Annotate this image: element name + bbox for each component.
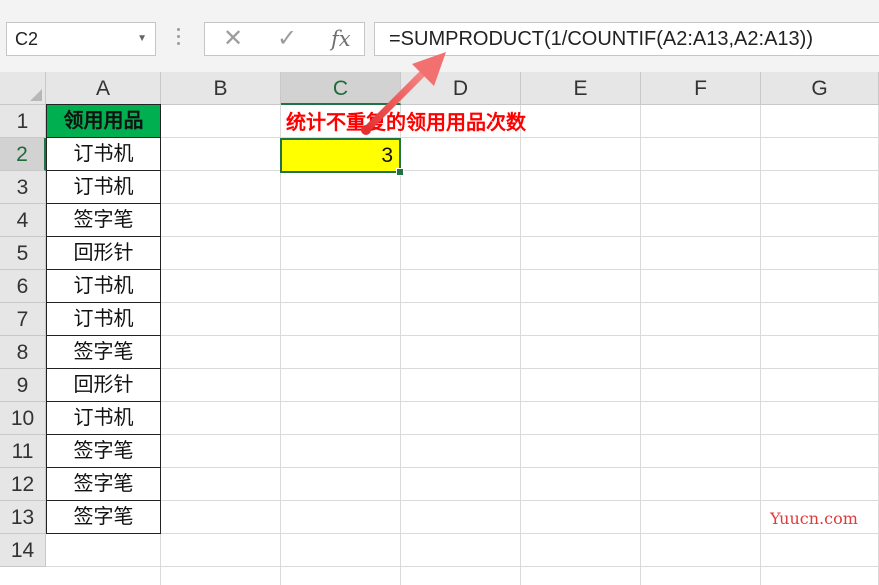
formula-input[interactable]: =SUMPRODUCT(1/COUNTIF(A2:A13,A2:A13)) [374,22,879,56]
gridline [760,105,761,585]
close-icon[interactable]: ✕ [223,23,243,55]
column-header-f[interactable]: F [641,72,761,105]
cell-a11[interactable]: 签字笔 [46,435,161,468]
formula-bar: C2 ▼ ✕ ✓ fx =SUMPRODUCT(1/COUNTIF(A2:A13… [0,0,879,72]
gridline [46,335,879,336]
function-icon[interactable]: fx [331,23,351,55]
gridline [46,137,879,138]
cell-a8[interactable]: 签字笔 [46,336,161,369]
row-header-11[interactable]: 11 [0,435,46,468]
active-cell-c2[interactable]: 3 [280,138,404,176]
row-header-1[interactable]: 1 [0,105,46,138]
cell-a10[interactable]: 订书机 [46,402,161,435]
watermark: Yuucn.com [770,509,858,528]
row-header-13[interactable]: 13 [0,501,46,534]
gridline [46,467,879,468]
column-header-a[interactable]: A [46,72,161,105]
gridline [520,105,521,585]
gridline [46,236,879,237]
check-icon[interactable]: ✓ [277,23,297,55]
row-header-4[interactable]: 4 [0,204,46,237]
row-header-8[interactable]: 8 [0,336,46,369]
annotation-text: 统计不重复的领用用品次数 [286,112,526,134]
column-header-b[interactable]: B [161,72,281,105]
gridline [46,401,879,402]
gridline [46,566,879,567]
gridline [46,203,879,204]
fill-handle[interactable] [396,168,404,176]
column-header-c[interactable]: C [281,72,401,105]
cell-a7[interactable]: 订书机 [46,303,161,336]
cell-a13[interactable]: 签字笔 [46,501,161,534]
column-header-d[interactable]: D [401,72,521,105]
cell-a5[interactable]: 回形针 [46,237,161,270]
formula-buttons: ✕ ✓ fx [204,22,365,56]
row-header-6[interactable]: 6 [0,270,46,303]
gridline [640,105,641,585]
column-header-e[interactable]: E [521,72,641,105]
cell-a3[interactable]: 订书机 [46,171,161,204]
cell-a12[interactable]: 签字笔 [46,468,161,501]
active-cell-value: 3 [381,144,393,167]
select-all-corner[interactable] [0,72,46,105]
gridline [46,170,879,171]
gridline [46,434,879,435]
column-header-g[interactable]: G [761,72,879,105]
cell-a6[interactable]: 订书机 [46,270,161,303]
row-header-9[interactable]: 9 [0,369,46,402]
row-header-7[interactable]: 7 [0,303,46,336]
name-box-value: C2 [15,29,39,49]
name-box[interactable]: C2 ▼ [6,22,156,56]
gridline [280,105,281,585]
cell-a4[interactable]: 签字笔 [46,204,161,237]
row-header-5[interactable]: 5 [0,237,46,270]
chevron-down-icon[interactable]: ▼ [137,23,147,55]
gridline [46,533,879,534]
row-header-12[interactable]: 12 [0,468,46,501]
cell-a2[interactable]: 订书机 [46,138,161,171]
gridline [46,269,879,270]
gridline [46,500,879,501]
drag-handle[interactable] [177,28,181,50]
row-header-10[interactable]: 10 [0,402,46,435]
cell-a9[interactable]: 回形针 [46,369,161,402]
gridline [46,302,879,303]
row-header-3[interactable]: 3 [0,171,46,204]
gridline [46,368,879,369]
cell-a1-header[interactable]: 领用用品 [46,104,161,138]
gridline [400,105,401,585]
row-header-14[interactable]: 14 [0,534,46,567]
row-header-2[interactable]: 2 [0,138,46,171]
